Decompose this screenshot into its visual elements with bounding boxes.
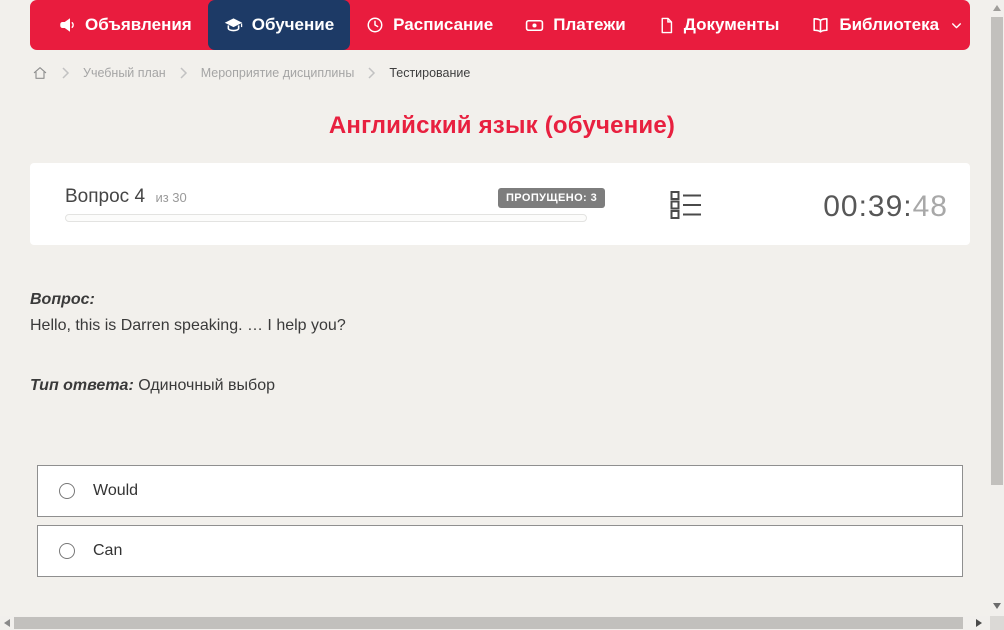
breadcrumb: Учебный план Мероприятие дисциплины Тест… [32, 62, 470, 84]
nav-item-payments[interactable]: Платежи [509, 0, 642, 50]
answer-type-value: Одиночный выбор [138, 377, 275, 394]
question-number: Вопрос 4 [65, 186, 145, 207]
banknote-icon [525, 16, 544, 35]
nav-item-label: Обучение [252, 15, 334, 35]
skipped-badge: ПРОПУЩЕНО: 3 [498, 188, 605, 208]
nav-item-label: Расписание [393, 15, 493, 35]
question-label: Вопрос: [30, 291, 95, 309]
megaphone-icon [58, 16, 76, 34]
nav-item-library[interactable]: Библиотека [795, 0, 979, 50]
question-text: Hello, this is Darren speaking. … I help… [30, 317, 346, 335]
horizontal-scrollbar-thumb[interactable] [14, 617, 963, 629]
graduation-cap-icon [224, 16, 243, 35]
chevron-down-icon [950, 19, 963, 32]
radio-icon[interactable] [59, 543, 75, 559]
main-nav: Объявления Обучение Расписание Платежи Д… [30, 0, 970, 50]
question-total: из 30 [155, 190, 186, 205]
breadcrumb-discipline-event[interactable]: Мероприятие дисциплины [201, 66, 355, 80]
home-icon[interactable] [32, 65, 48, 81]
scrollbar-corner [990, 616, 1004, 630]
clock-icon [366, 16, 384, 34]
scroll-left-icon[interactable] [0, 616, 14, 630]
nav-item-training[interactable]: Обучение [208, 0, 350, 50]
scroll-right-icon[interactable] [972, 616, 986, 630]
question-list-icon[interactable] [670, 190, 704, 220]
vertical-scrollbar-thumb[interactable] [991, 17, 1003, 485]
nav-item-documents[interactable]: Документы [642, 0, 796, 50]
answer-type-row: Тип ответа: Одиночный выбор [30, 377, 275, 395]
nav-item-label: Объявления [85, 15, 192, 35]
timer: 00:39:48 [823, 192, 948, 222]
answer-option-label: Can [93, 542, 122, 560]
answer-option-can[interactable]: Can [37, 525, 963, 577]
scroll-up-icon[interactable] [990, 0, 1004, 16]
chevron-right-icon [61, 67, 70, 79]
nav-item-label: Библиотека [839, 15, 939, 35]
page-title: Английский язык (обучение) [0, 112, 1004, 140]
question-counter: Вопрос 4 из 30 [65, 186, 187, 208]
vertical-scrollbar[interactable] [990, 0, 1004, 616]
radio-icon[interactable] [59, 483, 75, 499]
breadcrumb-testing: Тестирование [389, 66, 470, 80]
nav-item-announcements[interactable]: Объявления [42, 0, 208, 50]
chevron-right-icon [367, 67, 376, 79]
answer-option-would[interactable]: Would [37, 465, 963, 517]
timer-hours-minutes: 00:39: [823, 190, 912, 223]
chevron-right-icon [179, 67, 188, 79]
breadcrumb-curriculum[interactable]: Учебный план [83, 66, 166, 80]
document-icon [658, 17, 675, 34]
answer-type-label: Тип ответа: [30, 377, 134, 394]
progress-bar [65, 214, 587, 222]
answer-option-label: Would [93, 482, 138, 500]
timer-seconds: 48 [913, 190, 948, 223]
nav-item-label: Платежи [553, 15, 626, 35]
scroll-down-icon[interactable] [990, 598, 1004, 614]
nav-item-label: Документы [684, 15, 780, 35]
question-panel: Вопрос 4 из 30 ПРОПУЩЕНО: 3 00:39:48 [30, 163, 970, 245]
book-icon [811, 16, 830, 35]
nav-item-schedule[interactable]: Расписание [350, 0, 509, 50]
screen: Объявления Обучение Расписание Платежи Д… [0, 0, 1004, 630]
horizontal-scrollbar[interactable] [0, 616, 990, 630]
